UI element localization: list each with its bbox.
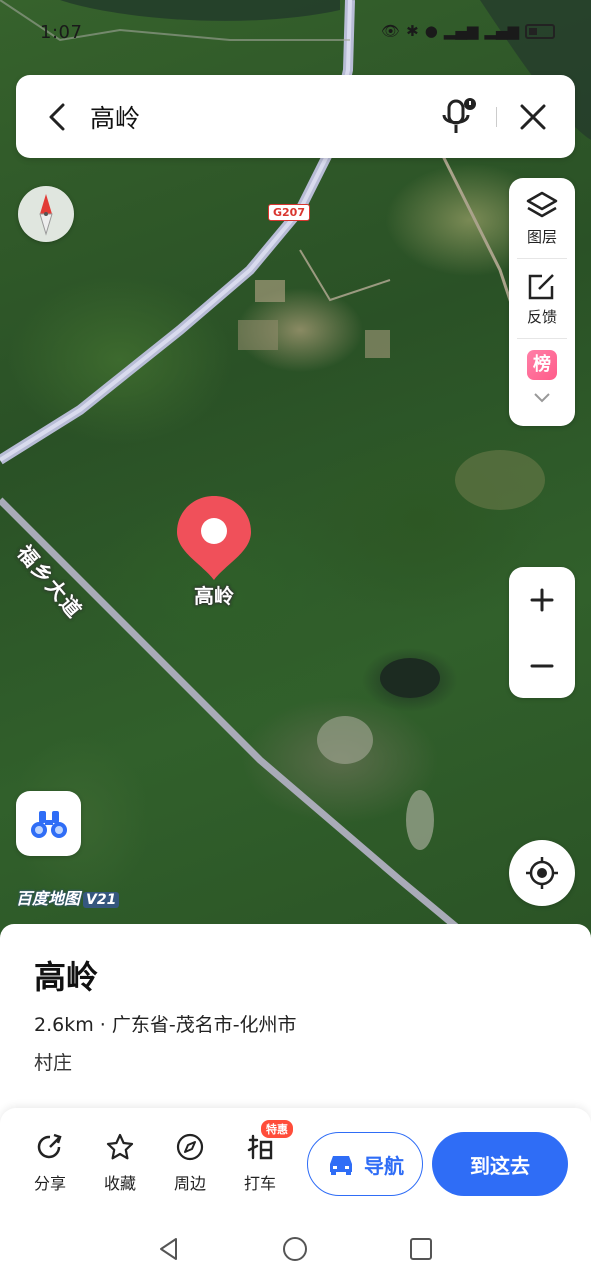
tool-divider — [517, 258, 567, 259]
nearby-label: 周边 — [173, 1174, 206, 1193]
rank-icon: 榜 — [527, 350, 557, 380]
minus-icon — [530, 664, 554, 667]
rank-button[interactable]: 榜 — [509, 350, 575, 409]
favorite-button[interactable]: 收藏 — [95, 1132, 145, 1194]
nav-home-icon[interactable] — [282, 1236, 308, 1262]
locate-button[interactable] — [509, 840, 575, 906]
place-name: 高岭 — [34, 958, 99, 996]
close-icon[interactable] — [513, 97, 553, 137]
search-divider — [496, 107, 497, 127]
special-offer-badge: 特惠 — [261, 1120, 293, 1138]
status-bar: 1:07 👁 ✱ ● ▂▄▆ ▂▄▆ — [0, 0, 591, 64]
feedback-button[interactable]: 反馈 — [509, 270, 575, 327]
rank-label — [509, 380, 575, 390]
tool-divider — [517, 338, 567, 339]
nav-back-icon[interactable] — [156, 1236, 182, 1262]
signal-icon: ▂▄▆ — [443, 22, 479, 40]
zoom-in-button[interactable] — [509, 567, 575, 632]
navigate-label: 导航 — [364, 1153, 404, 1178]
back-arrow-icon[interactable] — [38, 97, 78, 137]
share-icon — [37, 1133, 62, 1159]
compass-icon[interactable] — [18, 186, 74, 242]
logo-text: 百度地图 — [16, 889, 81, 908]
location-icon: ● — [424, 22, 438, 40]
action-bar: 分享 收藏 周边 打车 特惠 导航 到这去 — [0, 1108, 591, 1218]
map-logo: 百度地图 V21 — [16, 885, 120, 909]
feedback-icon — [528, 274, 554, 300]
layers-button[interactable]: 图层 — [509, 190, 575, 247]
microphone-icon[interactable] — [439, 95, 481, 139]
zoom-out-button[interactable] — [509, 633, 575, 698]
pin-label: 高岭 — [194, 584, 234, 608]
system-nav-bar — [0, 1218, 591, 1280]
status-time: 1:07 — [40, 22, 83, 43]
eye-icon: 👁 — [381, 22, 401, 40]
navigate-button[interactable]: 导航 — [307, 1132, 423, 1196]
signal-icon: ▂▄▆ — [484, 22, 519, 40]
nearby-button[interactable]: 周边 — [165, 1132, 215, 1194]
star-icon — [106, 1133, 134, 1160]
compass-icon — [176, 1133, 204, 1161]
layers-icon — [526, 191, 558, 218]
binoculars-icon — [30, 810, 67, 838]
battery-icon — [525, 23, 555, 39]
feedback-label: 反馈 — [526, 308, 557, 326]
plus-icon — [530, 588, 554, 611]
map-tool-panel: 图层 反馈 榜 — [509, 178, 575, 426]
logo-version: V21 — [83, 892, 120, 908]
taxi-label: 打车 — [243, 1174, 276, 1193]
place-category: 村庄 — [34, 1052, 73, 1074]
nav-recents-icon[interactable] — [408, 1236, 434, 1262]
layers-label: 图层 — [526, 228, 557, 246]
go-here-button[interactable]: 到这去 — [432, 1132, 568, 1196]
share-button[interactable]: 分享 — [25, 1132, 75, 1194]
place-distance-address: 2.6km · 广东省-茂名市-化州市 — [34, 1014, 297, 1036]
panorama-button[interactable] — [16, 791, 81, 856]
road-shield: G207 — [268, 204, 310, 221]
chevron-down-icon[interactable] — [532, 391, 552, 405]
zoom-control — [509, 567, 575, 698]
search-query[interactable]: 高岭 — [90, 99, 140, 135]
share-label: 分享 — [33, 1174, 66, 1193]
status-icons: 👁 ✱ ● ▂▄▆ ▂▄▆ — [381, 22, 555, 40]
target-icon — [526, 857, 558, 889]
search-bar[interactable]: 高岭 — [16, 75, 575, 158]
taxi-button[interactable]: 打车 — [235, 1132, 285, 1194]
favorite-label: 收藏 — [103, 1174, 136, 1193]
car-icon — [330, 1156, 352, 1175]
bluetooth-icon: ✱ — [406, 22, 419, 40]
place-pin-icon[interactable] — [174, 494, 254, 584]
